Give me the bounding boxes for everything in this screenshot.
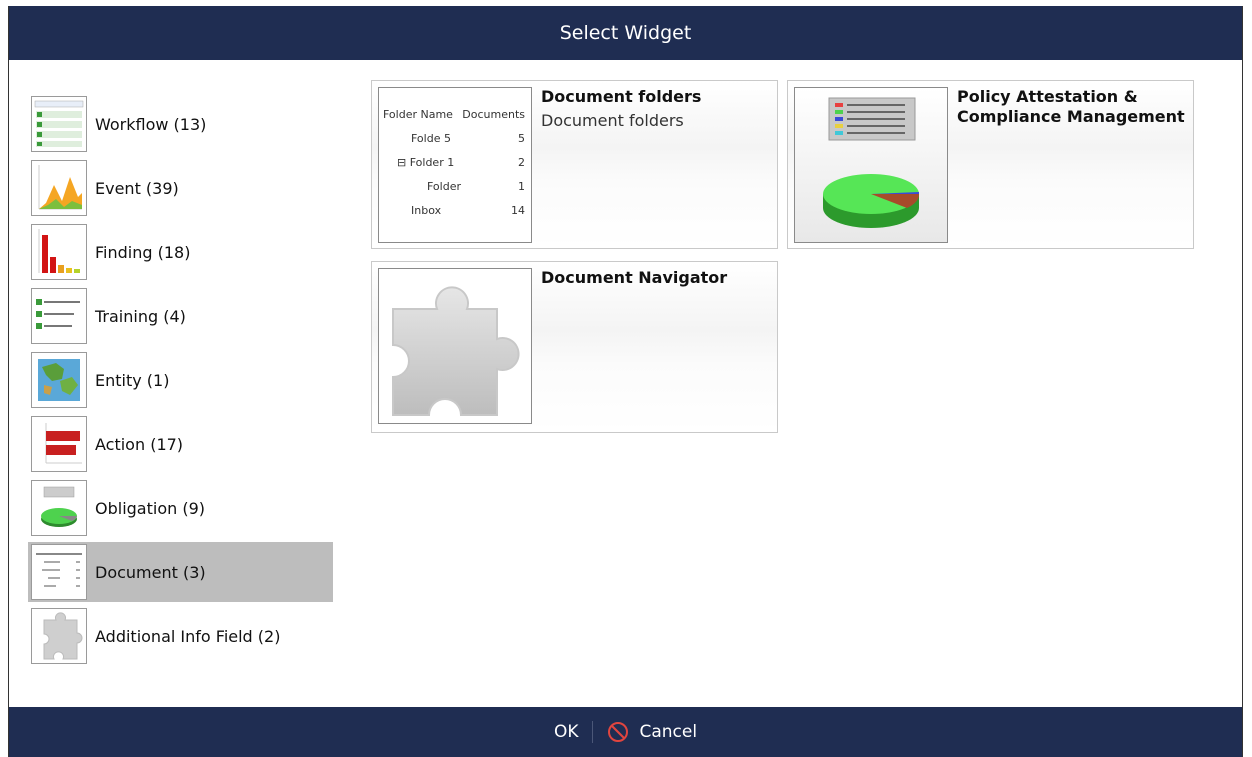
entity-map-thumb-icon: [31, 352, 87, 408]
dialog-footer: OK Cancel: [9, 707, 1242, 757]
category-obligation[interactable]: Obligation (9): [28, 478, 333, 538]
category-label: Finding (18): [95, 242, 191, 262]
obligation-pie-thumb-icon: [31, 480, 87, 536]
category-label: Action (17): [95, 434, 184, 454]
folder-table-row: Folder 1: [427, 180, 525, 193]
widget-title: Document Navigator: [541, 268, 728, 287]
finding-bar-chart-thumb-icon: [31, 224, 87, 280]
category-finding[interactable]: Finding (18): [28, 222, 333, 282]
puzzle-thumb-icon: [31, 608, 87, 664]
action-bar-chart-thumb-icon: [31, 416, 87, 472]
category-document[interactable]: Document (3): [28, 542, 333, 602]
category-event[interactable]: Event (39): [28, 158, 333, 218]
widget-card-document-navigator[interactable]: Document Navigator: [371, 261, 778, 433]
category-label: Additional Info Field (2): [95, 626, 281, 646]
workflow-thumb-icon: [31, 96, 87, 152]
category-label: Obligation (9): [95, 498, 205, 518]
category-additional-info-field[interactable]: Additional Info Field (2): [28, 606, 333, 666]
document-table-thumb-icon: [31, 544, 87, 600]
event-area-chart-thumb-icon: [31, 160, 87, 216]
category-label: Training (4): [95, 306, 186, 326]
ok-button[interactable]: OK: [540, 722, 593, 742]
widget-card-policy-attestation[interactable]: Policy Attestation & Compliance Manageme…: [787, 80, 1194, 249]
dialog-title: Select Widget: [559, 22, 692, 44]
category-label: Event (39): [95, 178, 179, 198]
document-folders-preview: Folder Name Documents Folde 5 5 ⊟ Folder…: [378, 87, 532, 243]
widget-title: Policy Attestation & Compliance Manageme…: [957, 87, 1185, 126]
widget-description: Document folders: [541, 111, 684, 130]
policy-pie-preview: [794, 87, 948, 243]
category-training[interactable]: Training (4): [28, 286, 333, 346]
dialog-title-bar: Select Widget: [9, 6, 1242, 60]
category-entity[interactable]: Entity (1): [28, 350, 333, 410]
folder-table-row: ⊟ Folder 1 2: [397, 156, 525, 169]
category-workflow[interactable]: Workflow (13): [28, 94, 333, 154]
select-widget-dialog: Select Widget Workflow (13) Event (39) F…: [8, 6, 1243, 757]
folder-table-header: Folder Name Documents: [383, 108, 525, 121]
category-action[interactable]: Action (17): [28, 414, 333, 474]
folder-table-row: Inbox 14: [411, 204, 525, 217]
collapse-icon: ⊟: [397, 156, 407, 169]
category-list: Workflow (13) Event (39) Finding (18) Tr…: [28, 94, 333, 670]
cancel-icon: [607, 721, 629, 743]
training-list-thumb-icon: [31, 288, 87, 344]
category-label: Entity (1): [95, 370, 170, 390]
folder-table-row: Folde 5 5: [411, 132, 525, 145]
category-label: Document (3): [95, 562, 206, 582]
widget-title: Document folders: [541, 87, 702, 106]
folder-table-preview: Folder Name Documents Folde 5 5 ⊟ Folder…: [379, 88, 531, 228]
cancel-button[interactable]: Cancel: [593, 721, 711, 743]
widget-card-document-folders[interactable]: Folder Name Documents Folde 5 5 ⊟ Folder…: [371, 80, 778, 249]
category-label: Workflow (13): [95, 114, 207, 134]
navigator-puzzle-preview: [378, 268, 532, 424]
